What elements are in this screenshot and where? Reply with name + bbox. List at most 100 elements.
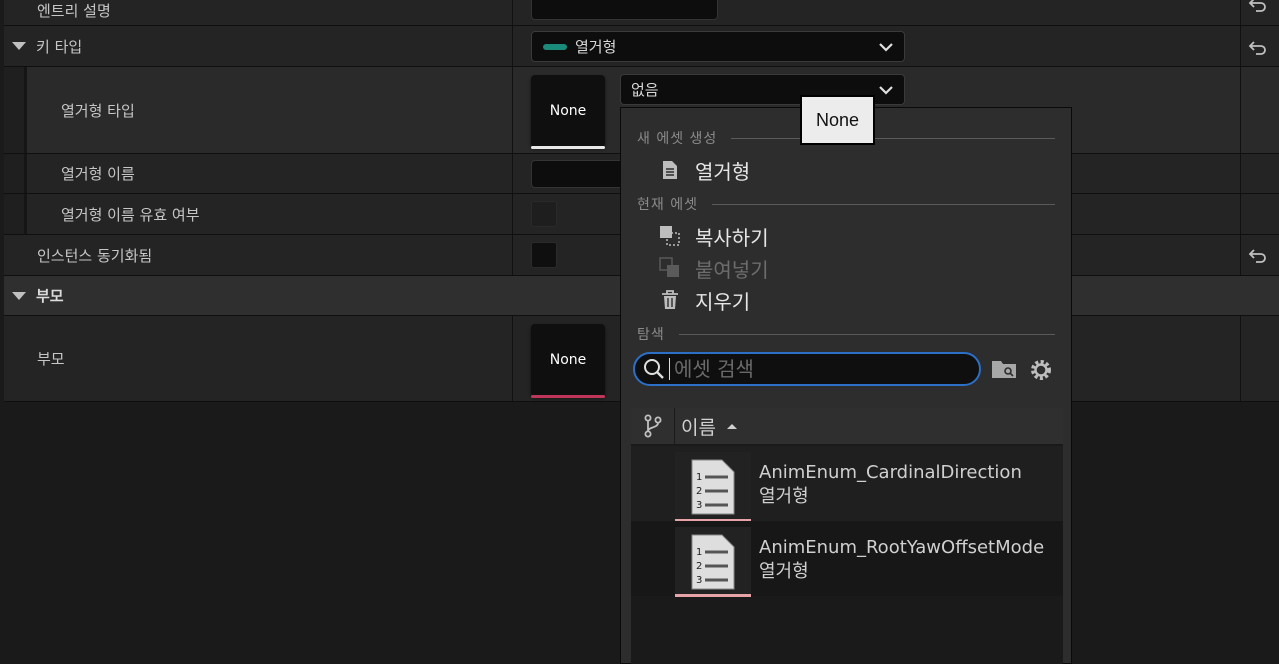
reset-to-default-icon[interactable] (1248, 37, 1272, 57)
svg-text:3: 3 (696, 500, 702, 511)
asset-search-box[interactable] (633, 352, 981, 386)
column-divider (1240, 67, 1241, 153)
asset-text: AnimEnum_RootYawOffsetMode 열거형 (759, 536, 1044, 584)
create-enum-label: 열거형 (695, 159, 751, 184)
trash-icon (659, 289, 681, 311)
key-type-label-text: 키 타입 (36, 37, 83, 56)
enum-list-icon: 1 2 3 (691, 459, 735, 515)
thumbnail-tooltip: None (800, 95, 875, 145)
clear-menu-item[interactable]: 지우기 (659, 285, 750, 315)
sort-ascending-icon (726, 424, 737, 429)
asset-search-input[interactable] (670, 357, 950, 381)
column-divider (512, 194, 513, 234)
reset-to-default-icon[interactable] (1248, 245, 1272, 265)
search-icon (644, 359, 664, 379)
asset-type: 열거형 (759, 486, 809, 507)
enum-type-thumbnail[interactable]: None (531, 75, 605, 149)
entry-description-field[interactable] (531, 0, 718, 20)
clear-label: 지우기 (695, 289, 751, 314)
indent-guide (24, 194, 27, 234)
current-asset-header-label: 현재 에셋 (637, 197, 698, 213)
svg-text:1: 1 (696, 547, 702, 558)
key-type-label[interactable]: 키 타입 (12, 26, 82, 66)
thumbnail-color-bar (531, 395, 605, 398)
enum-name-label: 열거형 이름 (61, 165, 135, 183)
copy-menu-item[interactable]: 복사하기 (659, 221, 769, 251)
chevron-down-icon (879, 42, 893, 52)
enum-list-icon: 1 2 3 (691, 534, 735, 590)
key-type-combo[interactable]: 열거형 (531, 31, 905, 62)
collapse-triangle-icon[interactable] (12, 42, 26, 50)
asset-text: AnimEnum_CardinalDirection 열거형 (759, 461, 1022, 509)
asset-thumbnail: 1 2 3 (675, 527, 751, 597)
parent-thumbnail[interactable]: None (531, 324, 605, 398)
instance-synced-checkbox[interactable] (531, 242, 557, 268)
document-icon (659, 159, 681, 181)
indent-guide (24, 154, 27, 193)
row-key-type: 키 타입 열거형 (4, 26, 1279, 67)
browse-header: 탐색 (637, 324, 1055, 344)
reset-to-default-icon[interactable] (1248, 0, 1272, 14)
parent-section-label: 부모 (36, 287, 64, 305)
divider (711, 203, 1055, 205)
indent-guide (4, 194, 24, 234)
name-column-header[interactable]: 이름 (675, 413, 738, 440)
indent-guide (4, 67, 24, 153)
svg-text:2: 2 (696, 486, 702, 497)
parent-thumbnail-label: None (549, 352, 587, 368)
column-divider (512, 0, 513, 25)
browse-header-label: 탐색 (637, 327, 665, 343)
asset-row[interactable]: 1 2 3 AnimEnum_CardinalDirection 열거형 (631, 446, 1063, 522)
thumbnail-color-bar (531, 146, 605, 149)
row-entry-description: 엔트리 설명 (4, 0, 1279, 26)
collapse-triangle-icon[interactable] (12, 291, 26, 300)
indent-guide (4, 154, 24, 193)
enum-type-thumbnail-label: None (549, 103, 587, 119)
svg-text:1: 1 (696, 472, 702, 483)
asset-row[interactable]: 1 2 3 AnimEnum_RootYawOffsetMode 열거형 (631, 521, 1063, 597)
asset-name: AnimEnum_RootYawOffsetMode (759, 537, 1045, 558)
pin-type-icon (543, 43, 567, 50)
column-divider (1240, 0, 1241, 25)
paste-menu-item[interactable]: 붙여넣기 (659, 253, 769, 283)
create-enum-menu-item[interactable]: 열거형 (659, 155, 750, 185)
asset-type-color-bar (675, 594, 751, 597)
asset-type: 열거형 (759, 561, 809, 582)
asset-list: 이름 1 2 3 AnimEnum_CardinalDirection 열거형 1 2… (631, 408, 1063, 664)
svg-text:3: 3 (696, 575, 702, 586)
column-divider (512, 26, 513, 66)
svg-text:2: 2 (696, 561, 702, 572)
column-divider (512, 67, 513, 153)
paste-label: 붙여넣기 (695, 257, 769, 282)
enum-type-label: 열거형 타입 (61, 101, 135, 120)
key-type-value: 열거형 (575, 38, 617, 56)
folder-icon[interactable] (991, 358, 1019, 382)
parent-section-header[interactable]: 부모 (12, 276, 64, 315)
entry-description-label: 엔트리 설명 (37, 2, 111, 20)
copy-icon (659, 225, 681, 247)
copy-label: 복사하기 (695, 225, 769, 250)
column-divider (512, 235, 513, 275)
asset-thumbnail: 1 2 3 (675, 452, 751, 522)
enum-name-valid-checkbox (531, 201, 557, 227)
column-divider (1240, 235, 1241, 275)
divider (678, 333, 1055, 335)
name-column-label: 이름 (681, 416, 716, 439)
column-divider (1240, 154, 1241, 193)
chevron-down-icon (879, 85, 893, 95)
create-asset-header-label: 새 에셋 생성 (637, 131, 718, 147)
column-divider (1240, 316, 1241, 401)
current-asset-header: 현재 에셋 (637, 194, 1055, 214)
divider (731, 137, 1055, 139)
enum-type-combo-value: 없음 (631, 81, 659, 99)
paste-icon (659, 257, 681, 279)
instance-synced-label: 인스턴스 동기화됨 (37, 246, 153, 265)
column-divider (512, 154, 513, 193)
indent-guide (24, 67, 27, 153)
settings-gear-icon[interactable] (1028, 357, 1054, 383)
parent-label: 부모 (37, 350, 65, 368)
column-divider (1240, 26, 1241, 66)
column-divider (512, 316, 513, 401)
source-control-column-icon[interactable] (631, 408, 675, 444)
enum-name-valid-label: 열거형 이름 유효 여부 (61, 205, 200, 224)
